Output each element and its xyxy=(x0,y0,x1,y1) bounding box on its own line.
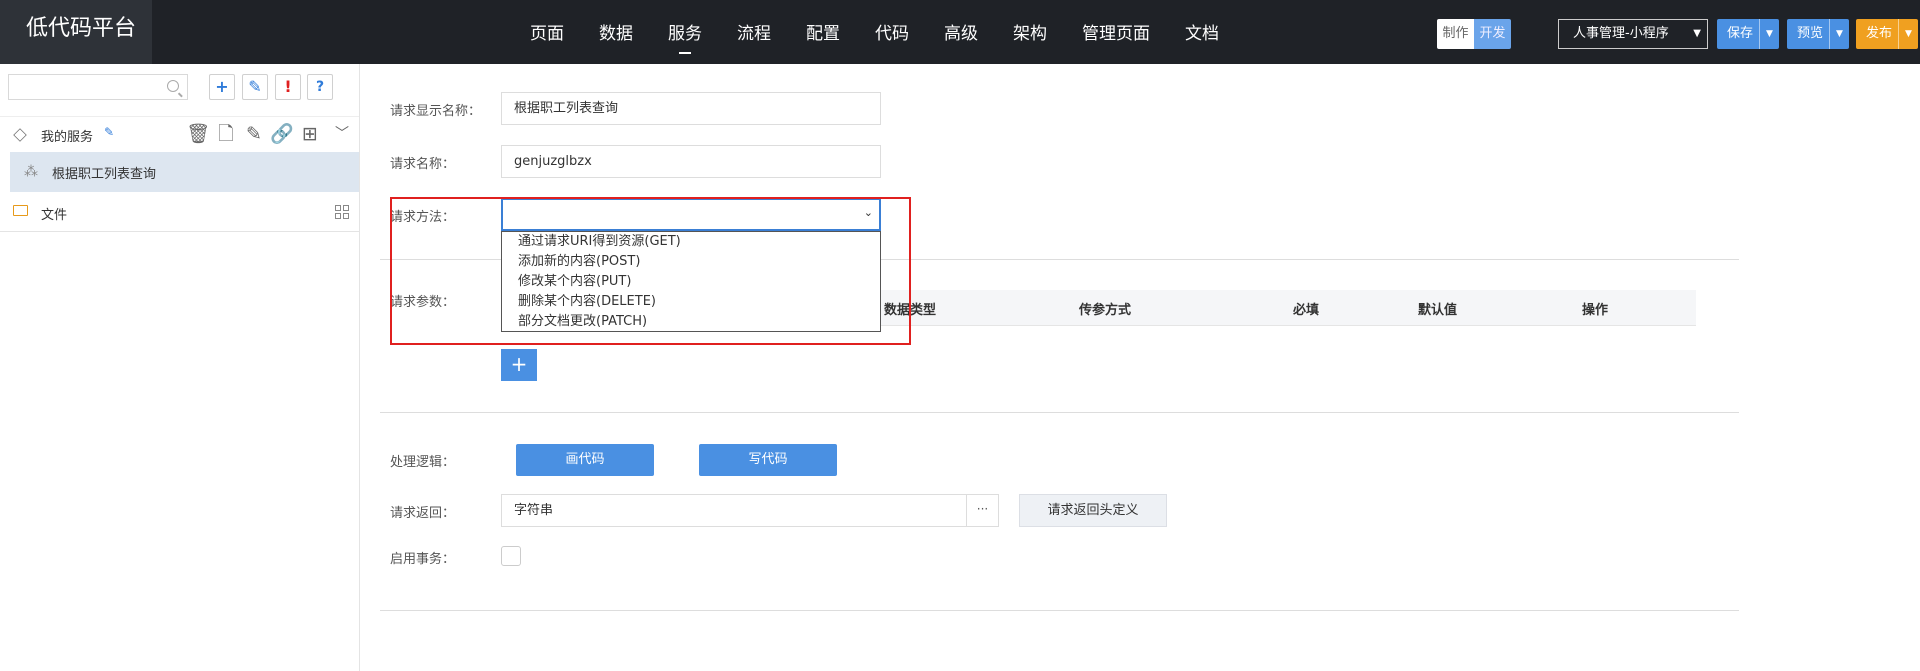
nav-architecture[interactable]: 架构 xyxy=(1013,0,1047,64)
search-icon[interactable] xyxy=(167,80,179,92)
preview-button[interactable]: 预览 ▼ xyxy=(1787,19,1850,49)
mode-make-button[interactable]: 制作 xyxy=(1437,19,1474,49)
sidebar-search-input[interactable] xyxy=(8,74,188,100)
nav-data[interactable]: 数据 xyxy=(599,0,633,64)
top-bar: 低代码平台 页面 数据 服务 流程 配置 代码 高级 架构 管理页面 文档 制作… xyxy=(0,0,1920,64)
col-required: 必填 xyxy=(1293,303,1320,318)
section-divider xyxy=(380,610,1739,611)
highlight-frame xyxy=(390,197,911,345)
app-logo: 低代码平台 xyxy=(0,0,152,64)
section-divider xyxy=(380,412,1739,413)
add-param-button[interactable]: + xyxy=(501,349,537,381)
transaction-checkbox[interactable] xyxy=(501,546,521,566)
publish-button[interactable]: 发布 ▼ xyxy=(1856,19,1919,49)
write-code-button[interactable]: 写代码 xyxy=(699,444,837,476)
return-type-input[interactable]: 字符串 xyxy=(501,494,967,527)
save-button[interactable]: 保存 ▼ xyxy=(1717,19,1780,49)
folder-icon xyxy=(13,205,28,216)
nav-admin-pages[interactable]: 管理页面 xyxy=(1082,0,1150,64)
tree-item-service[interactable]: ⁂ 根据职工列表查询 xyxy=(10,152,359,192)
transaction-label: 启用事务： xyxy=(390,552,456,567)
layers-icon xyxy=(13,128,27,142)
return-label: 请求返回： xyxy=(390,506,456,521)
request-name-label: 请求名称： xyxy=(390,157,456,172)
tree-title: 我的服务 xyxy=(41,130,94,145)
wrench-icon[interactable]: ✎ xyxy=(242,74,268,100)
service-node-icon: ⁂ xyxy=(24,164,38,180)
grid-icon[interactable] xyxy=(335,205,349,219)
nav-services[interactable]: 服务 xyxy=(668,0,702,64)
logic-label: 处理逻辑： xyxy=(390,455,456,470)
mode-dev-button[interactable]: 开发 xyxy=(1474,19,1511,49)
preview-label: 预览 xyxy=(1797,26,1824,41)
pencil-icon[interactable]: ✎ xyxy=(104,125,114,139)
app-select-value: 人事管理-小程序 xyxy=(1573,26,1669,41)
display-name-label: 请求显示名称： xyxy=(390,104,482,119)
draw-code-button[interactable]: 画代码 xyxy=(516,444,654,476)
display-name-input[interactable]: 根据职工列表查询 xyxy=(501,92,881,125)
save-label: 保存 xyxy=(1727,26,1754,41)
alert-icon[interactable]: ! xyxy=(275,74,301,100)
params-table-header: 数据类型 传参方式 必填 默认值 操作 xyxy=(881,290,1696,326)
more-icon[interactable]: ··· xyxy=(966,494,999,527)
publish-label: 发布 xyxy=(1866,26,1893,41)
edit-icon[interactable]: ✎ xyxy=(242,122,266,146)
nav-flows[interactable]: 流程 xyxy=(737,0,771,64)
chevron-down-icon[interactable]: ﹀ xyxy=(330,122,354,146)
tree-item-files[interactable]: 文件 xyxy=(0,194,359,232)
tree-header-my-services[interactable]: 我的服务 ✎ 🗑 🗋 ✎ 🔗 ⊞ ﹀ xyxy=(0,116,359,152)
new-file-icon[interactable]: 🗋 xyxy=(214,122,238,146)
return-header-button[interactable]: 请求返回头定义 xyxy=(1019,494,1167,527)
publish-dropdown-icon[interactable]: ▼ xyxy=(1898,19,1918,49)
add-icon[interactable]: + xyxy=(209,74,235,100)
trash-icon[interactable]: 🗑 xyxy=(186,122,210,146)
request-name-input[interactable]: genjuzglbzx xyxy=(501,145,881,178)
tree-item-label: 根据职工列表查询 xyxy=(52,167,157,182)
col-default-value: 默认值 xyxy=(1418,303,1458,318)
col-actions: 操作 xyxy=(1582,303,1609,318)
sidebar: + ✎ ! ? 我的服务 ✎ 🗑 🗋 ✎ 🔗 ⊞ ﹀ ⁂ 根据职工列表查询 文件 xyxy=(0,64,360,671)
save-dropdown-icon[interactable]: ▼ xyxy=(1759,19,1779,49)
nav-pages[interactable]: 页面 xyxy=(530,0,564,64)
col-pass-method: 传参方式 xyxy=(1079,303,1132,318)
table-icon[interactable]: ⊞ xyxy=(298,122,322,146)
tree-file-label: 文件 xyxy=(41,208,68,223)
main-nav: 页面 数据 服务 流程 配置 代码 高级 架构 管理页面 文档 xyxy=(530,0,1254,64)
chevron-down-icon: ▼ xyxy=(1693,28,1701,39)
link-icon[interactable]: 🔗 xyxy=(270,122,294,146)
preview-dropdown-icon[interactable]: ▼ xyxy=(1829,19,1849,49)
app-select[interactable]: 人事管理-小程序 ▼ xyxy=(1558,19,1708,49)
help-icon[interactable]: ? xyxy=(307,74,333,100)
service-form: 请求显示名称： 根据职工列表查询 请求名称： genjuzglbzx 请求方法：… xyxy=(361,64,1920,671)
nav-docs[interactable]: 文档 xyxy=(1185,0,1219,64)
mode-toggle[interactable]: 制作 开发 xyxy=(1437,19,1511,49)
nav-code[interactable]: 代码 xyxy=(875,0,909,64)
nav-config[interactable]: 配置 xyxy=(806,0,840,64)
nav-advanced[interactable]: 高级 xyxy=(944,0,978,64)
